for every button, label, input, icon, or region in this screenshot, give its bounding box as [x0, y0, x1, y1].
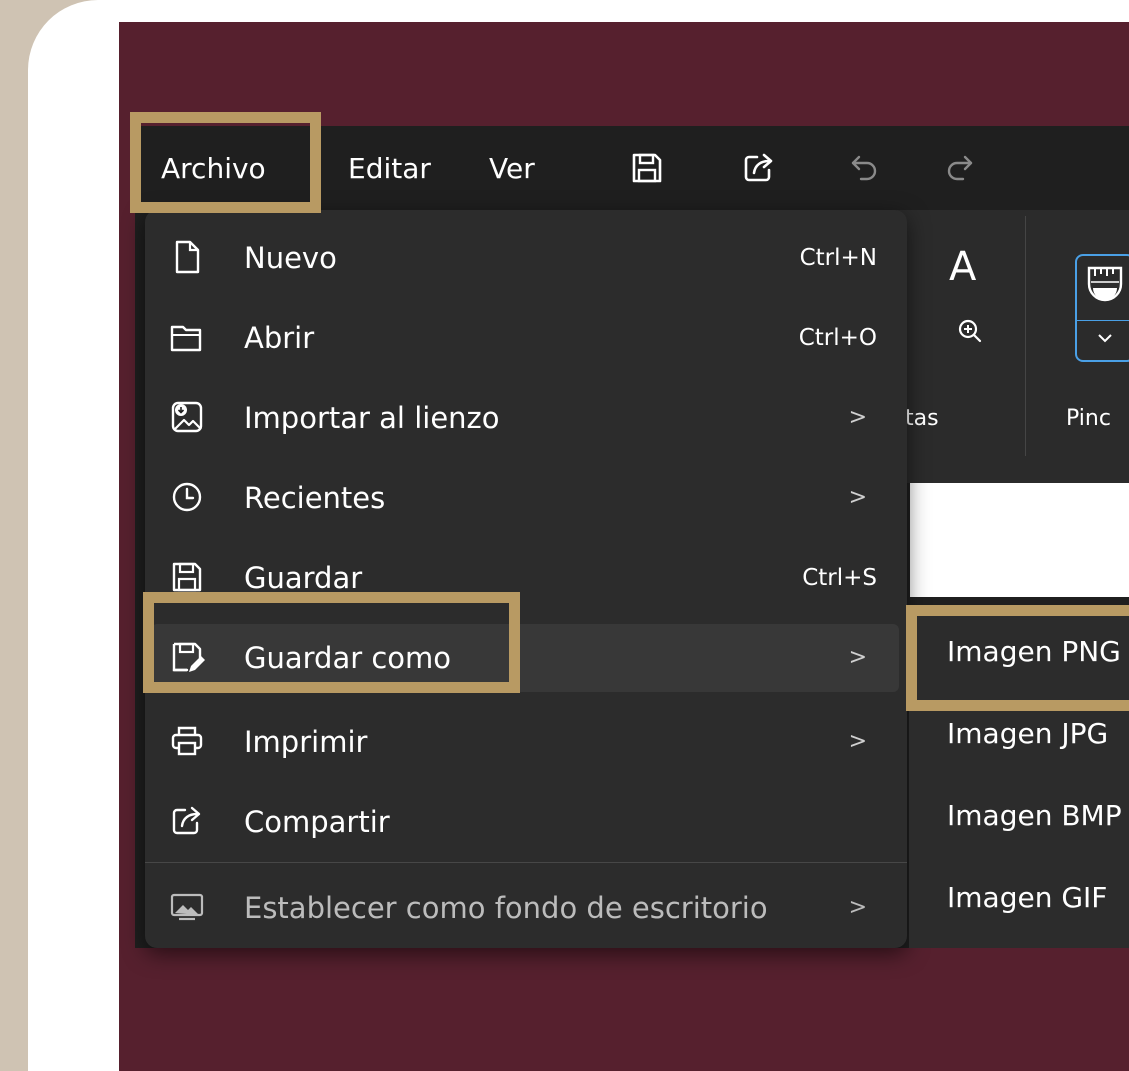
zoom-in-icon[interactable] — [955, 316, 985, 346]
brushes-group-label: Pinc — [1066, 406, 1111, 431]
chevron-right-icon: > — [848, 895, 867, 920]
new-file-icon — [175, 240, 200, 274]
menu-editar[interactable]: Editar — [348, 149, 431, 189]
redo-icon[interactable] — [939, 148, 979, 188]
submenu-item-bmp[interactable]: Imagen BMP — [909, 776, 1129, 856]
menu-item-fondo-escritorio[interactable]: Establecer como fondo de escritorio > — [151, 874, 899, 942]
shortcut-text: Ctrl+S — [802, 565, 877, 591]
save-icon — [172, 562, 202, 592]
menu-item-label: Abrir — [244, 321, 315, 355]
menu-separator — [145, 862, 907, 863]
menu-item-nuevo[interactable]: Nuevo Ctrl+N — [151, 224, 899, 292]
highlight-imagen-png — [906, 605, 1129, 711]
menu-item-recientes[interactable]: Recientes > — [151, 464, 899, 532]
text-tool-button[interactable]: A — [949, 244, 976, 290]
submenu-item-gif[interactable]: Imagen GIF — [909, 858, 1129, 938]
chevron-right-icon: > — [848, 729, 867, 754]
folder-open-icon — [170, 325, 202, 352]
share-icon[interactable] — [739, 148, 779, 188]
highlight-guardar-como — [143, 592, 520, 693]
ribbon-divider — [1025, 216, 1026, 456]
menu-item-label: Establecer como fondo de escritorio — [244, 891, 768, 925]
menu-item-label: Compartir — [244, 805, 390, 839]
desktop-wallpaper-icon — [170, 893, 204, 921]
printer-icon — [171, 726, 203, 756]
paint-app-window: Archivo Editar Ver A tas Pinc Nuevo Ctrl… — [135, 126, 1129, 948]
menu-item-abrir[interactable]: Abrir Ctrl+O — [151, 304, 899, 372]
menu-ver[interactable]: Ver — [489, 149, 535, 189]
chevron-down-icon — [1098, 334, 1112, 343]
menu-item-label: Imprimir — [244, 725, 368, 759]
chevron-right-icon: > — [848, 645, 867, 670]
brush-icon — [1087, 266, 1123, 302]
file-menu-dropdown: Nuevo Ctrl+N Abrir Ctrl+O Importar al li… — [145, 210, 907, 948]
share-icon — [172, 806, 201, 835]
menu-item-label: Recientes — [244, 481, 386, 515]
shortcut-text: Ctrl+N — [799, 245, 877, 271]
ribbon-toolbar: A tas Pinc — [897, 210, 1129, 483]
tools-group-label: tas — [905, 406, 939, 431]
menu-item-imprimir[interactable]: Imprimir > — [151, 708, 899, 776]
clock-icon — [172, 482, 202, 512]
import-image-icon — [171, 401, 203, 433]
menu-item-label: Importar al lienzo — [244, 401, 500, 435]
undo-icon[interactable] — [845, 148, 885, 188]
highlight-archivo — [130, 112, 321, 213]
brush-dropdown-divider — [1077, 320, 1129, 321]
chevron-right-icon: > — [848, 405, 867, 430]
menu-item-label: Nuevo — [244, 241, 337, 275]
save-icon[interactable] — [627, 148, 667, 188]
brush-tool-button[interactable] — [1075, 254, 1129, 362]
menu-item-compartir[interactable]: Compartir — [151, 788, 899, 856]
drawing-canvas[interactable] — [910, 483, 1129, 597]
menu-item-importar[interactable]: Importar al lienzo > — [151, 384, 899, 452]
shortcut-text: Ctrl+O — [798, 325, 877, 351]
chevron-right-icon: > — [848, 485, 867, 510]
